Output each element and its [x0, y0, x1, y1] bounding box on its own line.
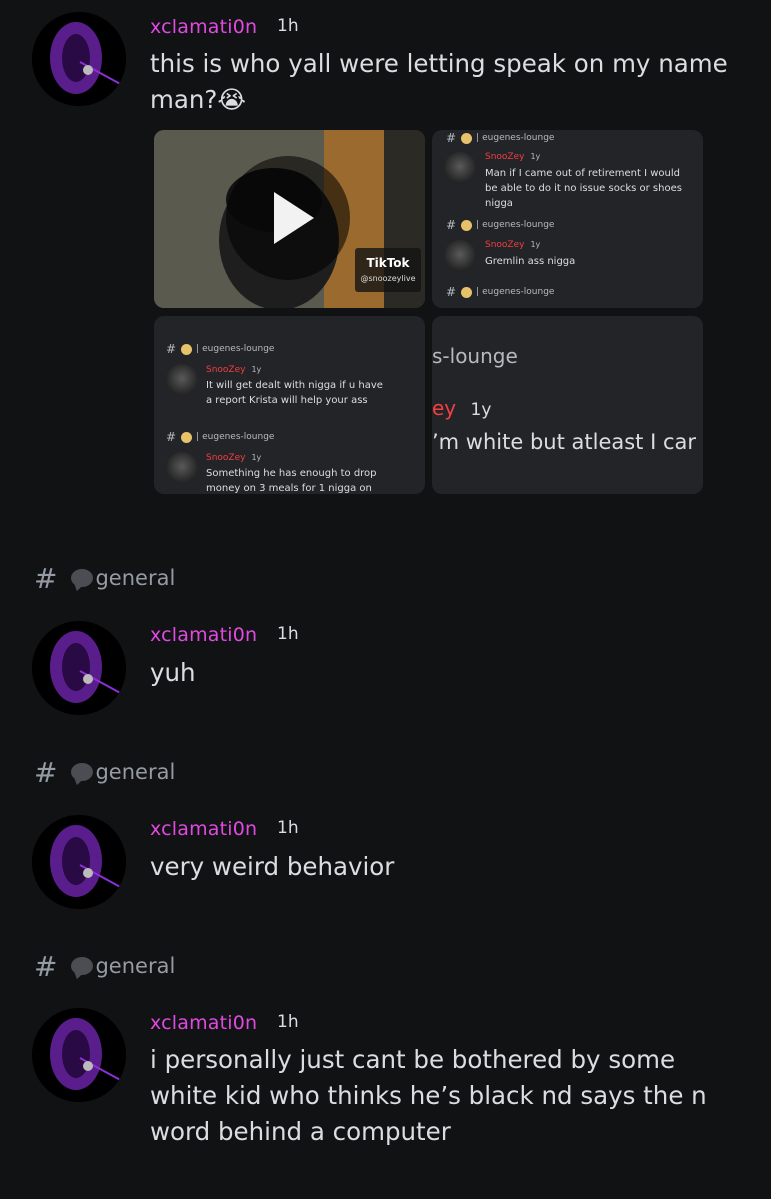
channel-name: general	[95, 954, 176, 978]
mini-message: It will get dealt with nigga if u have a…	[206, 380, 383, 406]
mini-message: Man if I came out of retirement I would …	[485, 168, 682, 209]
hash-icon: #	[34, 755, 58, 789]
timestamp: 1h	[277, 624, 299, 644]
speech-bubble-icon	[71, 569, 94, 587]
avatar	[166, 452, 198, 484]
zoomed-username: ey 1y	[432, 396, 492, 420]
message-text: this is who yall were letting speak on m…	[150, 49, 728, 114]
mini-username: SnooZey 1y	[206, 365, 262, 375]
avatar[interactable]	[32, 12, 126, 106]
tiktok-handle: @snoozeylive	[360, 274, 416, 283]
username[interactable]: xclamati0n	[150, 818, 257, 840]
timestamp: 1h	[277, 16, 299, 36]
message-text: i personally just cant be bothered by so…	[150, 1045, 707, 1146]
message-text: yuh	[150, 658, 196, 687]
channel-reference[interactable]: # general	[34, 755, 176, 789]
username[interactable]: xclamati0n	[150, 624, 257, 646]
mini-username: SnooZey 1y	[485, 152, 541, 162]
username[interactable]: xclamati0n	[150, 1012, 257, 1034]
mini-username: SnooZey 1y	[485, 240, 541, 250]
avatar[interactable]	[32, 621, 126, 715]
zoomed-message: ’m white but atleast I car	[432, 430, 696, 454]
mini-channel: # | eugenes-lounge	[446, 285, 555, 299]
speech-bubble-icon	[71, 763, 94, 781]
mini-channel: # | eugenes-lounge	[166, 430, 275, 444]
play-icon[interactable]	[226, 156, 350, 280]
avatar	[166, 364, 198, 396]
message-text: very weird behavior	[150, 852, 395, 881]
speech-bubble-icon	[71, 957, 94, 975]
zoomed-channel: s-lounge	[432, 344, 518, 368]
mini-username: SnooZey 1y	[206, 453, 262, 463]
screenshot-attachment[interactable]: # | eugenes-lounge SnooZey 1y Man if I cam…	[432, 130, 703, 308]
channel-name: general	[95, 566, 176, 590]
tiktok-watermark: TikTok @snoozeylive	[355, 248, 421, 292]
username[interactable]: xclamati0n	[150, 16, 257, 38]
timestamp: 1h	[277, 1012, 299, 1032]
channel-reference[interactable]: # general	[34, 561, 176, 595]
avatar	[444, 240, 476, 272]
mini-channel: # | eugenes-lounge	[166, 342, 275, 356]
channel-reference[interactable]: # general	[34, 949, 176, 983]
timestamp: 1h	[277, 818, 299, 838]
mini-channel: # | eugenes-lounge	[446, 218, 555, 232]
video-attachment[interactable]: TikTok @snoozeylive	[154, 130, 425, 308]
avatar	[444, 152, 476, 184]
avatar[interactable]	[32, 1008, 126, 1102]
screenshot-attachment[interactable]: s-lounge ey 1y ’m white but atleast I ca…	[432, 316, 703, 494]
mini-channel: # | eugenes-lounge	[446, 131, 555, 145]
hash-icon: #	[34, 949, 58, 983]
screenshot-attachment[interactable]: # | eugenes-lounge SnooZey 1y It will get …	[154, 316, 425, 494]
channel-name: general	[95, 760, 176, 784]
avatar[interactable]	[32, 815, 126, 909]
mini-message: Gremlin ass nigga	[485, 256, 576, 267]
tiktok-brand: TikTok	[366, 256, 410, 270]
hash-icon: #	[34, 561, 58, 595]
mini-message: Something he has enough to drop money on…	[206, 468, 377, 494]
